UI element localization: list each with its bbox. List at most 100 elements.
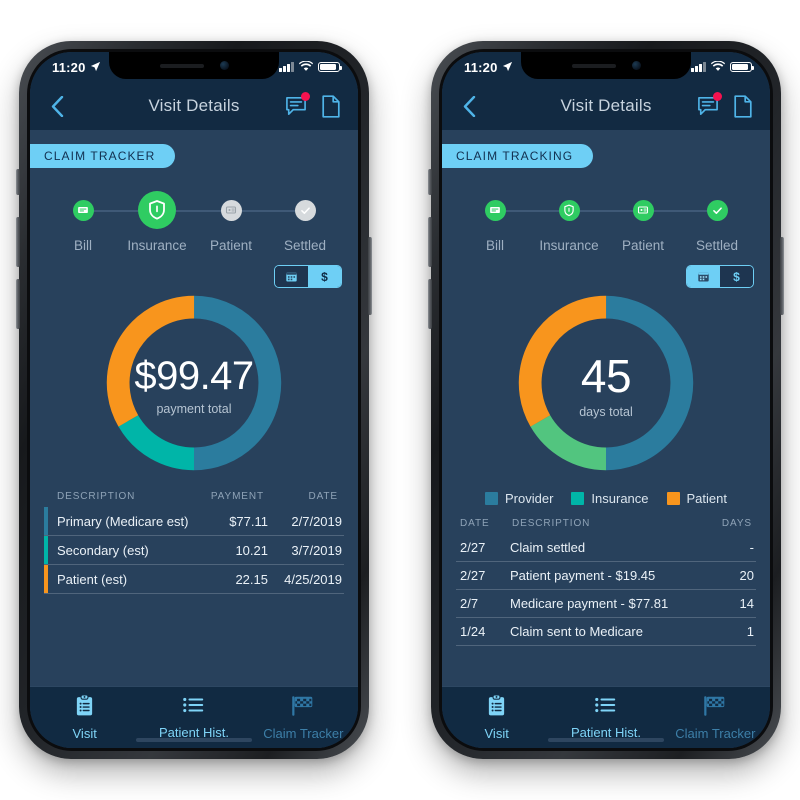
payment-donut-chart: $99.47 payment total <box>30 292 358 479</box>
claim-progress-stepper: Bill Insurance Patient Settled <box>30 184 358 253</box>
step-label: Bill <box>73 238 92 253</box>
table-row[interactable]: Patient (est) 22.15 4/25/2019 <box>44 565 344 594</box>
cell-payment: 10.21 <box>235 542 268 558</box>
cell-description: Patient (est) <box>57 571 128 587</box>
phone-screen-left: 11:20 Visit Details CLAIM TRACKER Bill I… <box>30 52 358 748</box>
messages-button[interactable] <box>284 92 310 119</box>
home-indicator[interactable] <box>548 738 664 742</box>
step-label: Patient <box>209 238 253 253</box>
tab-patient-history[interactable]: Patient Hist. <box>139 694 248 740</box>
bill-icon[interactable] <box>484 199 506 221</box>
power-button[interactable] <box>780 237 784 315</box>
tab-patient-history[interactable]: Patient Hist. <box>551 694 660 740</box>
mockup-stage: 11:20 Visit Details CLAIM TRACKER Bill I… <box>0 0 800 800</box>
view-toggle-row: $ <box>442 265 770 288</box>
back-button[interactable] <box>46 95 68 117</box>
cell-date: 4/25/2019 <box>284 571 342 587</box>
mute-switch[interactable] <box>428 169 432 195</box>
id-card-icon[interactable] <box>220 199 242 221</box>
donut-svg <box>106 295 282 471</box>
calendar-icon[interactable] <box>687 266 720 287</box>
earpiece-speaker <box>571 63 616 68</box>
calendar-icon[interactable] <box>275 266 308 287</box>
tab-claim-tracker[interactable]: Claim Tracker <box>661 694 770 741</box>
status-time: 11:20 <box>464 59 498 75</box>
document-button[interactable] <box>731 93 754 119</box>
nav-header: Visit Details <box>442 82 770 130</box>
step-label: Insurance <box>127 238 187 253</box>
volume-down-button[interactable] <box>428 279 432 329</box>
tab-visit[interactable]: Visit <box>442 694 551 741</box>
step-label: Bill <box>485 238 504 253</box>
claim-progress-stepper: Bill Insurance Patient Settled <box>442 184 770 253</box>
table-row[interactable]: 2/27 Claim settled - <box>456 534 756 562</box>
table-row[interactable]: 1/24 Claim sent to Medicare 1 <box>456 618 756 646</box>
step-settled[interactable]: Settled <box>643 190 754 253</box>
legend-item-patient: Patient <box>666 491 727 506</box>
battery-icon <box>318 61 343 73</box>
check-icon[interactable] <box>294 199 316 221</box>
legend-swatch <box>571 492 585 505</box>
cell-date: 1/24 <box>460 624 486 639</box>
volume-up-button[interactable] <box>16 217 20 267</box>
messages-button[interactable] <box>696 92 722 119</box>
money-toggle[interactable]: $ <box>720 266 753 287</box>
table-row[interactable]: 2/7 Medicare payment - $77.81 14 <box>456 590 756 618</box>
legend-label: Insurance <box>591 491 649 506</box>
column-header-description: DESCRIPTION <box>57 491 136 502</box>
location-arrow-icon <box>502 60 513 75</box>
volume-down-button[interactable] <box>16 279 20 329</box>
cell-description: Primary (Medicare est) <box>57 513 189 529</box>
cell-payment: 22.15 <box>235 571 268 587</box>
tab-visit[interactable]: Visit <box>30 694 139 741</box>
home-indicator[interactable] <box>136 738 252 742</box>
table-row[interactable]: Secondary (est) 10.21 3/7/2019 <box>44 536 344 565</box>
table-row[interactable]: Primary (Medicare est) $77.11 2/7/2019 <box>44 507 344 536</box>
step-settled[interactable]: Settled <box>231 190 342 253</box>
power-button[interactable] <box>368 237 372 315</box>
step-insurance[interactable]: Insurance <box>495 190 643 253</box>
cell-payment: $77.11 <box>229 513 268 529</box>
status-indicators <box>279 60 343 75</box>
id-card-icon[interactable] <box>632 199 654 221</box>
earpiece-speaker <box>159 63 204 68</box>
volume-up-button[interactable] <box>428 217 432 267</box>
column-header-date: DATE <box>460 518 490 529</box>
notification-badge <box>301 92 310 101</box>
back-button[interactable] <box>458 95 480 117</box>
tab-claim-tracker[interactable]: Claim Tracker <box>249 694 358 741</box>
list-icon <box>182 694 206 721</box>
checkered-flag-icon <box>290 694 316 722</box>
payment-table: DESCRIPTION PAYMENT DATE Primary (Medica… <box>30 491 358 594</box>
section-badge: CLAIM TRACKER <box>30 144 176 168</box>
step-insurance[interactable]: Insurance <box>83 190 231 253</box>
table-row[interactable]: 2/27 Patient payment - $19.45 20 <box>456 562 756 590</box>
donut-graphic: 45 days total <box>515 292 697 479</box>
legend-label: Provider <box>505 491 554 506</box>
shield-icon[interactable] <box>558 199 580 221</box>
view-mode-toggle[interactable]: $ <box>686 265 754 288</box>
notch <box>109 52 279 79</box>
step-patient[interactable]: Patient <box>569 190 717 253</box>
wifi-icon <box>711 60 725 75</box>
nav-actions <box>284 92 342 119</box>
tab-label: Visit <box>484 726 509 741</box>
step-bill[interactable]: Bill <box>46 190 157 253</box>
bill-icon[interactable] <box>72 199 94 221</box>
signal-bars-icon <box>279 62 294 72</box>
check-icon[interactable] <box>706 199 728 221</box>
mute-switch[interactable] <box>16 169 20 195</box>
document-button[interactable] <box>319 93 342 119</box>
nav-header: Visit Details <box>30 82 358 130</box>
clipboard-icon <box>486 694 507 722</box>
step-patient[interactable]: Patient <box>157 190 305 253</box>
legend-item-provider: Provider <box>485 491 553 506</box>
shield-icon[interactable] <box>138 191 176 229</box>
step-bill[interactable]: Bill <box>458 190 569 253</box>
battery-icon <box>730 61 755 73</box>
view-mode-toggle[interactable]: $ <box>274 265 342 288</box>
status-indicators <box>691 60 755 75</box>
money-toggle[interactable]: $ <box>308 266 341 287</box>
phone-right: 11:20 Visit Details CLAIM TRACKING Bill … <box>428 41 784 759</box>
status-time-group: 11:20 <box>464 60 513 75</box>
